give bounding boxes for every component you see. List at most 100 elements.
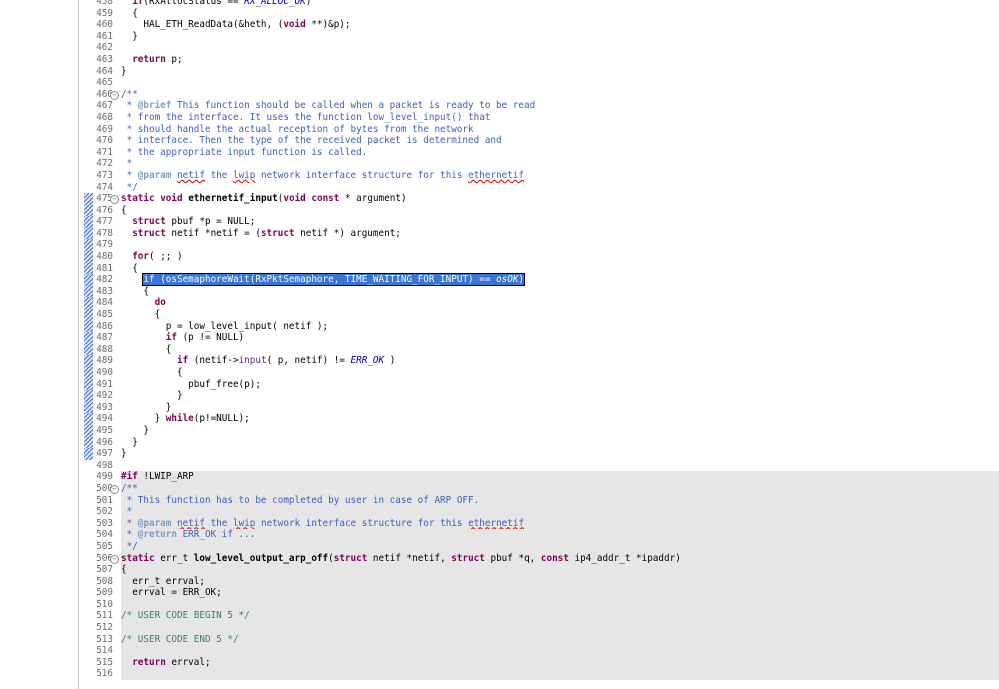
code-line[interactable]: 477 struct pbuf *p = NULL; — [79, 216, 999, 228]
line-number: 458 — [96, 0, 113, 7]
change-marker — [84, 320, 93, 333]
fold-toggle-icon[interactable]: − — [110, 484, 119, 494]
code-line[interactable]: 466−/** — [79, 89, 999, 101]
code-line[interactable]: 492 } — [79, 390, 999, 402]
code-text: } — [121, 448, 127, 460]
code-line[interactable]: 511 /* USER CODE BEGIN 5 */ — [79, 610, 999, 623]
code-text: do — [154, 297, 166, 309]
code-line[interactable]: 480 for( ;; ) — [79, 251, 999, 263]
code-line[interactable]: 475− static void ethernetif_input(void co… — [79, 193, 999, 205]
code-line[interactable]: 460 HAL_ETH_ReadData(&heth, (void **)&p)… — [79, 19, 999, 31]
change-marker — [84, 216, 93, 228]
line-number: 498 — [96, 459, 113, 471]
code-line[interactable]: 469 * should handle the actual reception… — [79, 124, 999, 136]
code-line[interactable]: 516 — [79, 668, 999, 681]
change-marker — [84, 343, 93, 356]
line-number: 469 — [96, 123, 113, 135]
code-line[interactable]: 467 * @brief This function should be cal… — [79, 100, 999, 112]
code-line[interactable]: 491 pbuf_free(p); — [79, 378, 999, 391]
code-line[interactable]: 481 { — [79, 262, 999, 275]
code-text: /** — [121, 482, 999, 495]
code-line[interactable]: 510 — [79, 598, 999, 611]
line-number: 474 — [96, 181, 113, 193]
code-line[interactable]: 486 p = low_level_input( netif ); — [79, 320, 999, 333]
fold-toggle-icon[interactable]: − — [110, 90, 119, 100]
code-line[interactable]: 473 * @param netif the lwip network inte… — [79, 170, 999, 182]
code-line[interactable]: 459 { — [79, 8, 999, 20]
code-line[interactable]: 503 * @param netif the lwip network inte… — [79, 517, 999, 530]
change-marker — [84, 274, 93, 286]
code-line[interactable]: 509 errval = ERR_OK; — [79, 587, 999, 599]
line-number: 473 — [96, 169, 113, 181]
line-number: 508 — [96, 575, 113, 587]
code-editor[interactable]: 458 if(RxAllocStatus == RX_ALLOC_OK) 459 … — [79, 0, 999, 681]
code-line[interactable]: 493 } — [79, 401, 999, 414]
code-text — [121, 598, 999, 611]
line-number: 507 — [96, 564, 113, 576]
code-line[interactable]: 501 * This function has to be completed … — [79, 494, 999, 507]
code-line[interactable]: 464} — [79, 66, 999, 78]
code-text: { — [121, 309, 161, 321]
code-text: } while(p!=NULL); — [121, 413, 250, 425]
code-line[interactable]: 505 */ — [79, 540, 999, 553]
line-number: 467 — [96, 100, 113, 112]
code-text: } — [121, 424, 149, 436]
code-text: } — [121, 401, 172, 413]
code-line[interactable]: 515 return errval; — [79, 656, 999, 669]
fold-toggle-icon[interactable]: − — [110, 554, 119, 564]
code-line[interactable]: 514 — [79, 645, 999, 657]
code-text: { — [121, 343, 172, 355]
code-line[interactable]: 483 { — [79, 285, 999, 298]
code-line[interactable]: 487 if (p != NULL) — [79, 332, 999, 344]
code-line[interactable]: 463 return p; — [79, 54, 999, 66]
change-marker — [84, 448, 93, 460]
line-number: 516 — [96, 668, 113, 680]
code-line[interactable]: 472 * — [79, 158, 999, 170]
code-line[interactable]: 476 { — [79, 204, 999, 217]
code-line[interactable]: 488 { — [79, 343, 999, 356]
code-line[interactable]: 484 do — [79, 297, 999, 310]
code-text: * the appropriate input function is call… — [121, 146, 368, 158]
change-marker — [84, 285, 93, 298]
code-line[interactable]: 458 if(RxAllocStatus == RX_ALLOC_OK) — [79, 0, 999, 8]
code-text: } — [121, 65, 127, 77]
code-line[interactable]: 470 * interface. Then the type of the re… — [79, 135, 999, 147]
code-line[interactable]: 508 err_t errval; — [79, 575, 999, 588]
code-line[interactable]: 489 if (netif->input( p, netif) != ERR_O… — [79, 355, 999, 367]
code-line[interactable]: 512 — [79, 622, 999, 634]
code-line[interactable]: 471 * the appropriate input function is … — [79, 147, 999, 159]
code-line[interactable]: 499 #if !LWIP_ARP — [79, 471, 999, 483]
line-number: 485 — [96, 309, 113, 321]
code-line[interactable]: 474 */ — [79, 182, 999, 194]
code-line[interactable]: 507 { — [79, 564, 999, 576]
code-line[interactable]: 497} — [79, 448, 999, 460]
code-line[interactable]: 479 — [79, 239, 999, 252]
code-line[interactable]: 462 — [79, 42, 999, 54]
code-text: * — [121, 506, 999, 518]
code-text: struct pbuf *p = NULL; — [132, 216, 256, 228]
code-line[interactable]: 513 /* USER CODE END 5 */ — [79, 633, 999, 646]
code-line[interactable]: 498 — [79, 460, 999, 472]
code-line[interactable]: 485 { — [79, 309, 999, 321]
code-line[interactable]: 506− static err_t low_level_output_arp_of… — [79, 552, 999, 565]
change-marker — [84, 239, 93, 252]
code-line[interactable]: 500−/** — [79, 482, 999, 495]
line-number: 460 — [96, 19, 113, 31]
code-line[interactable]: 495 } — [79, 424, 999, 437]
code-line[interactable]: 504 * @return ERR_OK if ... — [79, 529, 999, 541]
code-text: if (p != NULL) — [165, 332, 245, 344]
code-text: /* USER CODE BEGIN 5 */ — [121, 610, 999, 623]
code-line[interactable]: 482 if (osSemaphoreWait(RxPktSemaphore, … — [79, 273, 999, 287]
line-number: 488 — [96, 343, 113, 355]
change-marker — [84, 424, 93, 437]
code-line[interactable]: 465 — [79, 77, 999, 89]
fold-toggle-icon[interactable]: − — [110, 195, 119, 205]
code-line[interactable]: 490 { — [79, 367, 999, 379]
code-text: HAL_ETH_ReadData(&heth, (void **)&p); — [121, 19, 351, 31]
code-line[interactable]: 496 } — [79, 436, 999, 449]
code-line[interactable]: 502 * — [79, 506, 999, 518]
code-line[interactable]: 468 * from the interface. It uses the fu… — [79, 112, 999, 124]
code-line[interactable]: 494 } while(p!=NULL); — [79, 413, 999, 425]
code-line[interactable]: 461 } — [79, 31, 999, 43]
code-line[interactable]: 478 struct netif *netif = (struct netif … — [79, 227, 999, 240]
